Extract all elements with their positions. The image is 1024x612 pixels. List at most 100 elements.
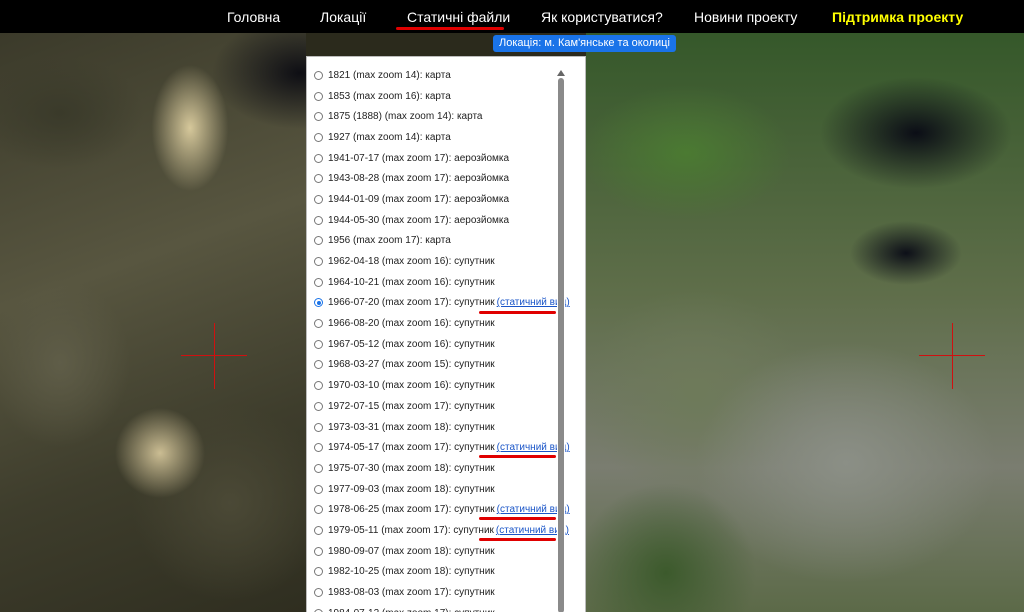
layer-label: 1875 (1888) (max zoom 14): карта	[328, 111, 483, 123]
layer-option[interactable]: 1962-04-18 (max zoom 16): супутник	[307, 251, 562, 272]
layer-radio[interactable]	[314, 484, 323, 494]
layer-radio[interactable]	[314, 112, 323, 122]
layer-option[interactable]: 1984-07-12 (max zoom 17): супутник	[307, 603, 562, 612]
layer-radio[interactable]	[314, 360, 323, 370]
nav-how-to-use[interactable]: Як користуватися?	[541, 9, 663, 25]
layer-radio[interactable]	[314, 236, 323, 246]
layer-radio[interactable]	[314, 422, 323, 432]
layer-radio[interactable]	[314, 588, 323, 598]
layer-radio[interactable]	[314, 463, 323, 473]
layer-option[interactable]: 1980-09-07 (max zoom 18): супутник	[307, 541, 562, 562]
layer-label: 1967-05-12 (max zoom 16): супутник	[328, 338, 495, 350]
layer-radio[interactable]	[314, 153, 323, 163]
layer-radio[interactable]	[314, 91, 323, 101]
layer-option[interactable]: 1927 (max zoom 14): карта	[307, 127, 562, 148]
layer-radio[interactable]	[314, 298, 323, 308]
layer-label: 1962-04-18 (max zoom 16): супутник	[328, 256, 495, 268]
layer-label: 1977-09-03 (max zoom 18): супутник	[328, 483, 495, 495]
layer-radio[interactable]	[314, 70, 323, 80]
layer-label: 1982-10-25 (max zoom 18): супутник	[328, 566, 495, 578]
layer-label: 1972-07-15 (max zoom 17): супутник	[328, 400, 495, 412]
layer-radio[interactable]	[314, 339, 323, 349]
layer-label: 1978-06-25 (max zoom 17): супутник	[328, 504, 495, 516]
nav-locations[interactable]: Локації	[320, 9, 366, 25]
layer-label: 1973-03-31 (max zoom 18): супутник	[328, 421, 495, 433]
crosshair-line	[919, 355, 985, 356]
scroll-up-icon[interactable]	[557, 70, 565, 76]
nav-project-news[interactable]: Новини проекту	[694, 9, 797, 25]
layer-option[interactable]: 1968-03-27 (max zoom 15): супутник	[307, 355, 562, 376]
layer-option[interactable]: 1967-05-12 (max zoom 16): супутник	[307, 334, 562, 355]
nav-home[interactable]: Головна	[227, 9, 280, 25]
scrollbar[interactable]	[557, 70, 565, 612]
layer-radio[interactable]	[314, 319, 323, 329]
map-pane-right[interactable]	[586, 33, 1024, 612]
layer-option[interactable]: 1943-08-28 (max zoom 17): аерозйомка	[307, 168, 562, 189]
layer-label: 1853 (max zoom 16): карта	[328, 90, 451, 102]
scrollbar-thumb[interactable]	[558, 78, 564, 612]
layer-radio[interactable]	[314, 525, 323, 535]
layer-label: 1983-08-03 (max zoom 17): супутник	[328, 587, 495, 599]
top-navigation: Головна Локації Статичні файли Як корист…	[0, 0, 1024, 33]
layer-option[interactable]: 1975-07-30 (max zoom 18): супутник	[307, 458, 562, 479]
layer-label: 1956 (max zoom 17): карта	[328, 235, 451, 247]
layer-option[interactable]: 1821 (max zoom 14): карта	[307, 65, 562, 86]
crosshair-icon	[214, 323, 215, 389]
layer-option[interactable]: 1944-01-09 (max zoom 17): аерозйомка	[307, 189, 562, 210]
layer-option[interactable]: 1964-10-21 (max zoom 16): супутник	[307, 272, 562, 293]
layer-option[interactable]: 1978-06-25 (max zoom 17): супутник (стати…	[307, 499, 570, 521]
layer-label: 1943-08-28 (max zoom 17): аерозйомка	[328, 173, 510, 185]
layer-label: 1974-05-17 (max zoom 17): супутник	[328, 442, 495, 454]
layer-option[interactable]: 1875 (1888) (max zoom 14): карта	[307, 106, 562, 127]
annotation-underline	[396, 27, 504, 30]
layer-label: 1970-03-10 (max zoom 16): супутник	[328, 380, 495, 392]
layer-list: 1821 (max zoom 14): карта 1853 (max zoom …	[307, 65, 570, 612]
layer-radio[interactable]	[314, 132, 323, 142]
layer-selector-panel: 1821 (max zoom 14): карта 1853 (max zoom …	[306, 56, 586, 612]
layer-option[interactable]: 1956 (max zoom 17): карта	[307, 231, 562, 252]
layer-label: 1964-10-21 (max zoom 16): супутник	[328, 276, 495, 288]
map-pane-left[interactable]	[0, 33, 306, 612]
nav-support-project[interactable]: Підтримка проекту	[832, 9, 963, 25]
layer-option[interactable]: 1944-05-30 (max zoom 17): аерозйомка	[307, 210, 562, 231]
layer-radio[interactable]	[314, 546, 323, 556]
layer-label: 1968-03-27 (max zoom 15): супутник	[328, 359, 495, 371]
layer-radio[interactable]	[314, 505, 323, 515]
crosshair-line	[181, 355, 247, 356]
layer-option[interactable]: 1979-05-11 (max zoom 17): супутник (стати…	[307, 520, 569, 542]
layer-option[interactable]: 1973-03-31 (max zoom 18): супутник	[307, 417, 562, 438]
location-badge: Локація: м. Кам'янське та околиці	[493, 35, 676, 52]
layer-radio[interactable]	[314, 215, 323, 225]
layer-radio[interactable]	[314, 381, 323, 391]
layer-radio[interactable]	[314, 194, 323, 204]
crosshair-icon	[952, 323, 953, 389]
layer-option[interactable]: 1983-08-03 (max zoom 17): супутник	[307, 582, 562, 603]
layer-option[interactable]: 1977-09-03 (max zoom 18): супутник	[307, 479, 562, 500]
layer-label: 1984-07-12 (max zoom 17): супутник	[328, 608, 495, 612]
layer-option[interactable]: 1966-08-20 (max zoom 16): супутник	[307, 313, 562, 334]
layer-radio[interactable]	[314, 443, 323, 453]
layer-option[interactable]: 1982-10-25 (max zoom 18): супутник	[307, 562, 562, 583]
layer-option[interactable]: 1941-07-17 (max zoom 17): аерозйомка	[307, 148, 562, 169]
layer-label: 1941-07-17 (max zoom 17): аерозйомка	[328, 152, 510, 164]
layer-label: 1944-05-30 (max zoom 17): аерозйомка	[328, 214, 510, 226]
layer-radio[interactable]	[314, 567, 323, 577]
layer-label: 1975-07-30 (max zoom 18): супутник	[328, 462, 495, 474]
layer-label: 1821 (max zoom 14): карта	[328, 69, 451, 81]
layer-radio[interactable]	[314, 174, 323, 184]
layer-radio[interactable]	[314, 257, 323, 267]
layer-radio[interactable]	[314, 401, 323, 411]
layer-label: 1966-07-20 (max zoom 17): супутник	[328, 297, 495, 309]
layer-option[interactable]: 1972-07-15 (max zoom 17): супутник	[307, 396, 562, 417]
layer-option[interactable]: 1970-03-10 (max zoom 16): супутник	[307, 375, 562, 396]
layer-label: 1980-09-07 (max zoom 18): супутник	[328, 545, 495, 557]
layer-label: 1979-05-11 (max zoom 17): супутник	[328, 524, 494, 536]
nav-static-files[interactable]: Статичні файли	[407, 9, 510, 25]
layer-option[interactable]: 1966-07-20 (max zoom 17): супутник (стати…	[307, 293, 570, 314]
layer-label: 1944-01-09 (max zoom 17): аерозйомка	[328, 193, 510, 205]
layer-label: 1927 (max zoom 14): карта	[328, 131, 451, 143]
layer-label: 1966-08-20 (max zoom 16): супутник	[328, 318, 495, 330]
layer-radio[interactable]	[314, 277, 323, 287]
layer-option[interactable]: 1974-05-17 (max zoom 17): супутник (стати…	[307, 437, 570, 459]
layer-option[interactable]: 1853 (max zoom 16): карта	[307, 86, 562, 107]
